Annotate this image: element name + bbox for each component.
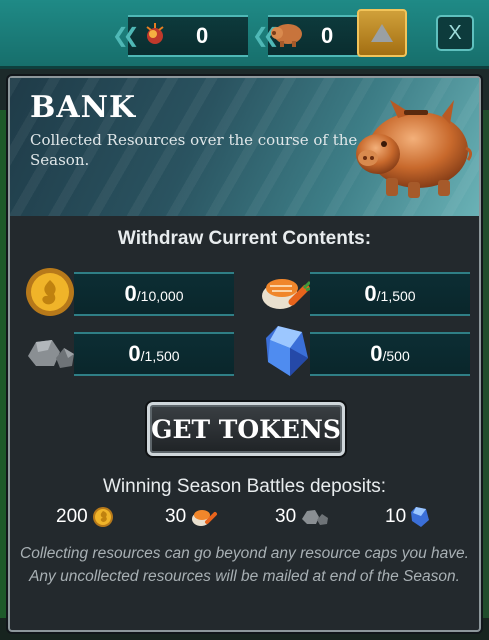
deposit-crystal: 10	[385, 504, 430, 530]
potion-count: 0	[196, 23, 209, 48]
footnote-text: Collecting resources can go beyond any r…	[20, 545, 469, 585]
bank-header: BANK Collected Resources over the course…	[10, 78, 479, 216]
stone-cap: /1,500	[140, 348, 180, 364]
piggy-bank-icon	[271, 24, 302, 47]
crystal-current: 0	[370, 341, 383, 366]
deposit-crystal-value: 10	[385, 506, 407, 527]
close-button[interactable]: X	[436, 15, 474, 51]
page-title: BANK	[30, 90, 137, 125]
deposit-food: 30	[165, 504, 218, 530]
chevron-left-icon: ❮❮	[112, 23, 139, 47]
bank-panel: BANK Collected Resources over the course…	[8, 76, 481, 632]
upgrade-button[interactable]	[357, 9, 407, 57]
bank-count: 0	[321, 23, 334, 48]
food-resource-row: 0/1,500	[310, 272, 470, 316]
gold-coin-icon	[26, 268, 74, 316]
stone-icon	[28, 340, 74, 368]
deposit-stone: 30	[275, 504, 330, 530]
deposit-gold-value: 200	[56, 506, 88, 527]
triangle-up-icon	[371, 24, 393, 42]
crystal-cap: /500	[382, 348, 410, 364]
deposits-label: Winning Season Battles deposits:	[102, 476, 387, 497]
withdraw-label: Withdraw Current Contents:	[117, 228, 372, 249]
top-resource-bar: ❮❮ 0 ❮❮ 0 X	[0, 0, 489, 69]
crystal-icon	[266, 326, 308, 376]
stone-icon	[302, 510, 329, 525]
gold-current: 0	[124, 281, 137, 306]
food-icon	[192, 510, 218, 526]
resource-counter-bank[interactable]: ❮❮ 0	[252, 15, 360, 57]
deposit-stone-value: 30	[275, 506, 297, 527]
stone-resource-row: 0/1,500	[74, 332, 234, 376]
fire-potion-icon	[146, 23, 164, 44]
stone-current: 0	[128, 341, 141, 366]
background-scene-right	[481, 110, 489, 640]
food-cap: /1,500	[376, 288, 416, 304]
get-tokens-button[interactable]: GET TOKENS	[147, 402, 345, 456]
gold-coin-icon	[92, 507, 113, 527]
gold-resource-row: 0/10,000	[74, 272, 234, 316]
food-current: 0	[364, 281, 377, 306]
food-icon	[262, 279, 313, 309]
piggy-bank-icon	[356, 100, 473, 198]
deposit-food-value: 30	[165, 506, 187, 527]
crystal-icon	[411, 507, 430, 527]
resource-counter-potion[interactable]: ❮❮ 0	[112, 15, 248, 57]
deposit-gold: 200	[56, 504, 114, 530]
crystal-resource-row: 0/500	[310, 332, 470, 376]
bank-subtitle: Collected Resources over the course of t…	[30, 131, 358, 169]
gold-cap: /10,000	[136, 288, 184, 304]
